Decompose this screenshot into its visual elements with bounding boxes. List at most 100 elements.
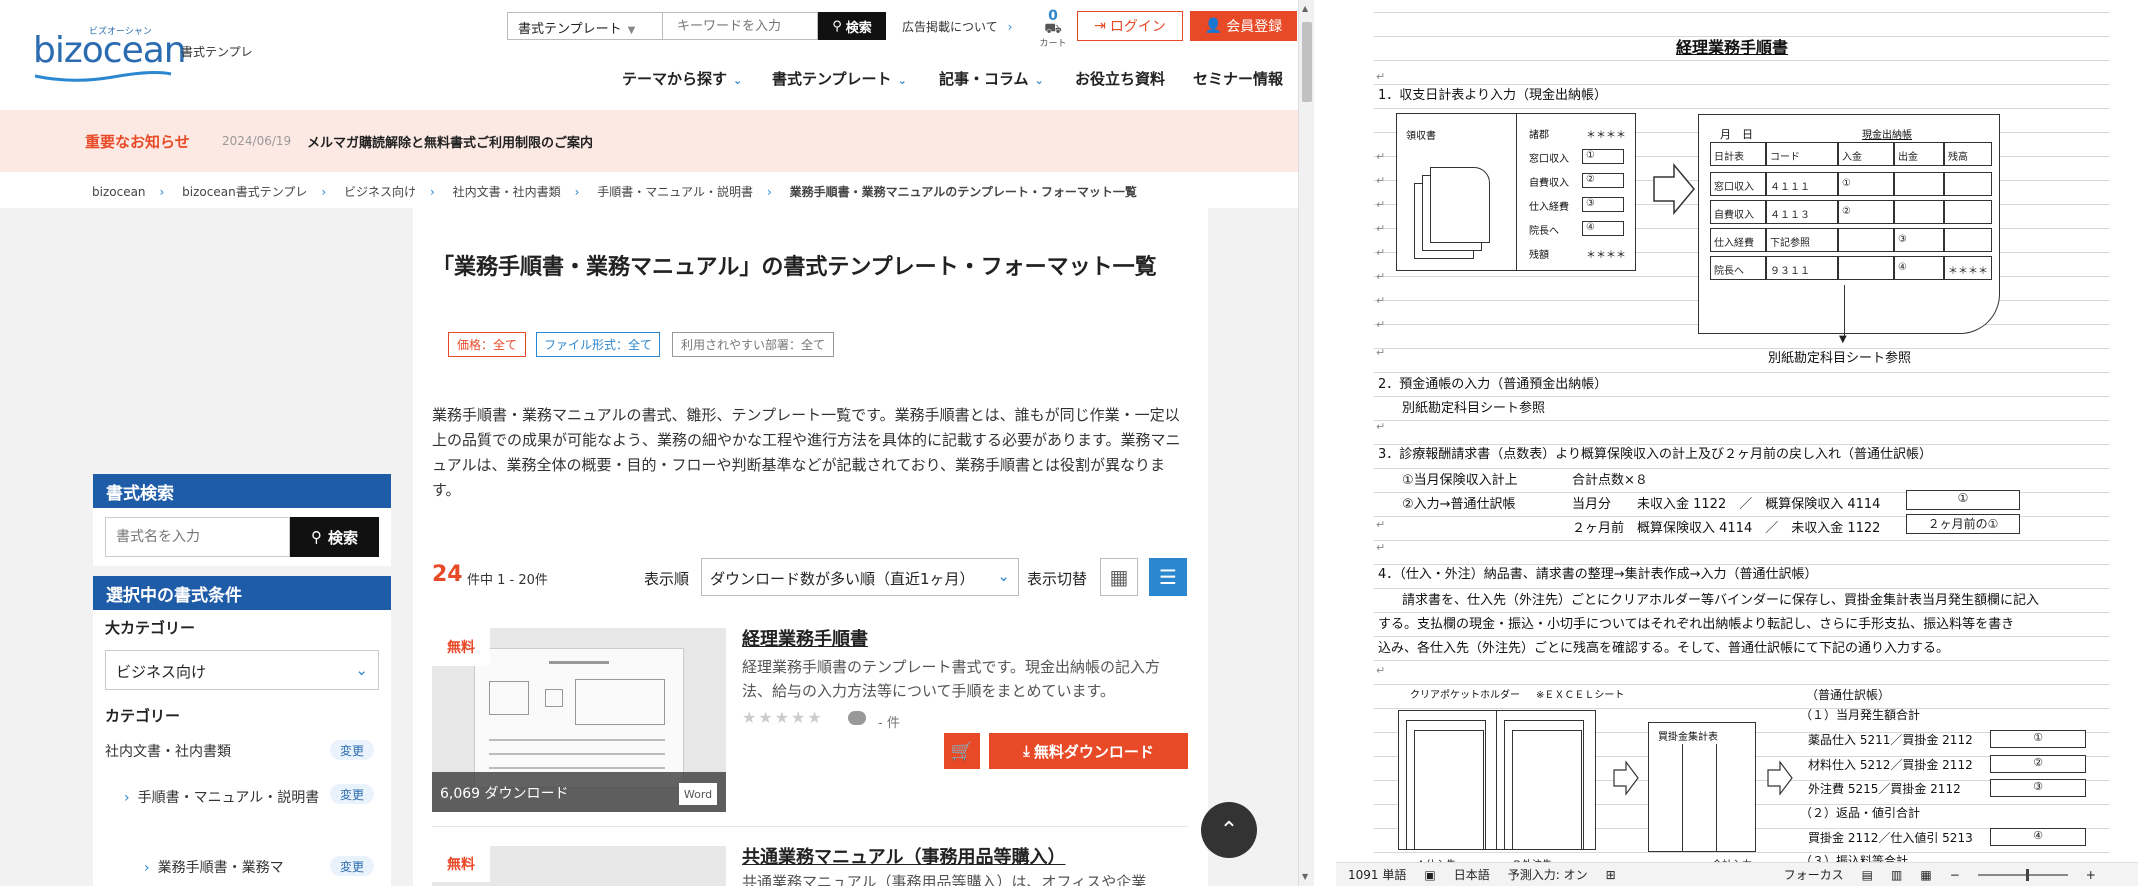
language-status[interactable]: 日本語: [1454, 866, 1490, 883]
big-category-select[interactable]: ビジネス向け ⌄: [105, 650, 379, 690]
web-layout-icon[interactable]: ▦: [1920, 868, 1931, 882]
cashbook-cell: 入金: [1838, 142, 1894, 166]
keyword-search-input[interactable]: [663, 12, 818, 40]
cashbook-cell: [1838, 228, 1894, 252]
accessibility-icon[interactable]: ⊞: [1606, 868, 1616, 882]
add-to-cart-button[interactable]: 🛒: [944, 733, 980, 769]
browser-scrollbar[interactable]: ▲ ▼: [1298, 0, 1314, 886]
word-count[interactable]: 1091 単語: [1348, 866, 1406, 883]
zoom-slider-thumb[interactable]: [2025, 868, 2029, 881]
change-button[interactable]: 変更: [330, 784, 374, 804]
chevron-down-icon: ⌄: [897, 74, 907, 87]
result-count: 24: [432, 562, 463, 587]
doc-section-2: 2．預金通帳の入力（普通預金出納帳）: [1378, 377, 1608, 392]
search-button[interactable]: ⚲ 検索: [818, 12, 886, 40]
ad-link[interactable]: 広告掲載について ›: [902, 18, 1012, 35]
cart-label: カート: [1039, 39, 1067, 49]
list-view-button[interactable]: ☰: [1149, 558, 1187, 596]
receipt-row-label: 仕入経費: [1529, 202, 1569, 213]
search-category-select[interactable]: 書式テンプレート ▼: [507, 12, 663, 40]
notice-label: 重要なお知らせ: [85, 133, 190, 151]
breadcrumb-item[interactable]: 手順書・マニュアル・説明書: [597, 185, 753, 199]
nav-seminars[interactable]: セミナー情報: [1193, 68, 1283, 89]
summary-sheet-label: 買掛金集計表: [1658, 732, 1718, 743]
nav-theme[interactable]: テーマから探す ⌄: [622, 68, 742, 89]
journal-line: 買掛金 2112／仕入値引 5213: [1808, 831, 1973, 845]
sort-select[interactable]: ダウンロード数が多い順（直近1ヶ月） ⌄: [701, 558, 1019, 596]
text-prediction-status[interactable]: 予測入力: オン: [1508, 866, 1588, 883]
nav-templates[interactable]: 書式テンプレート ⌄: [772, 68, 907, 89]
journal-head: （普通仕訳帳）: [1806, 688, 1891, 702]
filter-tag-format[interactable]: ファイル形式：全て: [536, 332, 660, 357]
focus-mode-button[interactable]: フォーカス: [1784, 866, 1844, 883]
breadcrumb-item[interactable]: bizocean書式テンプレ: [182, 185, 307, 199]
item-thumbnail[interactable]: 無料: [432, 846, 726, 886]
register-button[interactable]: 👤 会員登録: [1190, 11, 1297, 41]
change-button[interactable]: 変更: [330, 856, 374, 876]
sidebar-search-button[interactable]: ⚲ 検索: [290, 517, 379, 557]
receipt-row-label: 自費収入: [1529, 178, 1569, 189]
filter-tag-department[interactable]: 利用されやすい部署：全て: [672, 332, 834, 357]
breadcrumb-current: 業務手順書・業務マニュアルのテンプレート・フォーマット一覧: [789, 185, 1137, 199]
view-toggle-label: 表示切替: [1027, 570, 1088, 588]
big-category-label: 大カテゴリー: [105, 619, 196, 637]
change-button[interactable]: 変更: [330, 740, 374, 760]
doc-line: 合計点数×８: [1572, 473, 1648, 488]
category-item-label: 業務手順書・業務マ: [157, 860, 284, 876]
filter-tag-price[interactable]: 価格：全て: [448, 332, 526, 357]
login-button[interactable]: ⇥ ログイン: [1077, 11, 1183, 41]
read-mode-icon[interactable]: ▤: [1862, 868, 1873, 882]
cashbook-cell: [1944, 228, 1992, 252]
receipt-row-label: 諸郡: [1529, 130, 1549, 141]
breadcrumb-item[interactable]: bizocean: [92, 185, 146, 199]
doc-title: 経理業務手順書: [1676, 38, 1789, 57]
receipt-row-value: ＊＊＊＊: [1586, 250, 1626, 261]
item-divider: [432, 826, 1188, 827]
breadcrumb-item[interactable]: ビジネス向け: [344, 185, 416, 199]
cashbook-cell: ４１１１: [1766, 172, 1838, 196]
cashbook-date: 月 日: [1720, 128, 1753, 141]
print-layout-icon[interactable]: ▥: [1891, 868, 1902, 882]
free-download-button[interactable]: ⤓ 無料ダウンロード: [989, 733, 1188, 769]
receipt-row-value: ＊＊＊＊: [1586, 130, 1626, 141]
free-badge: 無料: [432, 628, 490, 666]
scroll-thumb[interactable]: [1302, 22, 1312, 102]
grid-view-button[interactable]: ▦: [1100, 558, 1138, 596]
big-category-value: ビジネス向け: [116, 663, 207, 681]
paragraph-mark: ↵: [1376, 420, 1386, 433]
receipt-row-label: 残額: [1529, 250, 1549, 261]
cashbook-cell: 日計表: [1710, 142, 1766, 166]
paragraph-mark: ↵: [1376, 346, 1386, 359]
cart-button[interactable]: 0 ⛟ カート: [1037, 9, 1069, 49]
notice-bar[interactable]: 重要なお知らせ 2024/06/19 メルマガ購読解除と無料書式ご利用制限のご案…: [0, 110, 1298, 172]
paragraph-mark: ↵: [1376, 246, 1386, 259]
nav-resources[interactable]: お役立ち資料: [1075, 68, 1165, 89]
item-thumbnail[interactable]: 無料 6,069 ダウンロード Word: [432, 628, 726, 812]
entry-box: ２ヶ月前の①: [1906, 514, 2020, 534]
receipt-row-value: ③: [1582, 197, 1624, 212]
paragraph-mark: ↵: [1376, 198, 1386, 211]
zoom-out-icon[interactable]: −: [1950, 868, 1960, 882]
result-range: 件中 1 - 20件: [467, 573, 548, 588]
doc-section-1: 1．収支日計表より入力（現金出納帳）: [1378, 88, 1608, 103]
paragraph-mark: ↵: [1376, 664, 1386, 677]
back-to-top-button[interactable]: ⌃: [1201, 802, 1257, 858]
entry-box: ④: [1990, 828, 2086, 846]
template-name-input[interactable]: [105, 517, 290, 557]
zoom-slider[interactable]: [1977, 868, 2068, 881]
item-title-link[interactable]: 経理業務手順書: [742, 625, 868, 651]
category-label: カテゴリー: [105, 707, 181, 725]
cashbook-cell: 自費収入: [1710, 200, 1766, 224]
sidebar-conditions-title: 選択中の書式条件: [93, 576, 391, 610]
paper-stack: [1512, 730, 1582, 850]
chevron-down-icon: ⌄: [1034, 74, 1044, 87]
proofing-icon[interactable]: ▣: [1424, 868, 1435, 882]
breadcrumb-item[interactable]: 社内文書・社内書類: [453, 185, 561, 199]
nav-articles[interactable]: 記事・コラム ⌄: [939, 68, 1044, 89]
paper-stack: [1414, 730, 1484, 850]
zoom-in-icon[interactable]: +: [2086, 868, 2096, 882]
nav-label: 書式テンプレート: [772, 70, 892, 88]
word-status-bar: 1091 単語 ▣ 日本語 予測入力: オン ⊞ フォーカス ▤ ▥ ▦ − +: [1336, 862, 2138, 886]
ruled-line: [1374, 660, 2110, 661]
item-title-link[interactable]: 共通業務マニュアル（事務用品等購入）: [742, 843, 1065, 869]
